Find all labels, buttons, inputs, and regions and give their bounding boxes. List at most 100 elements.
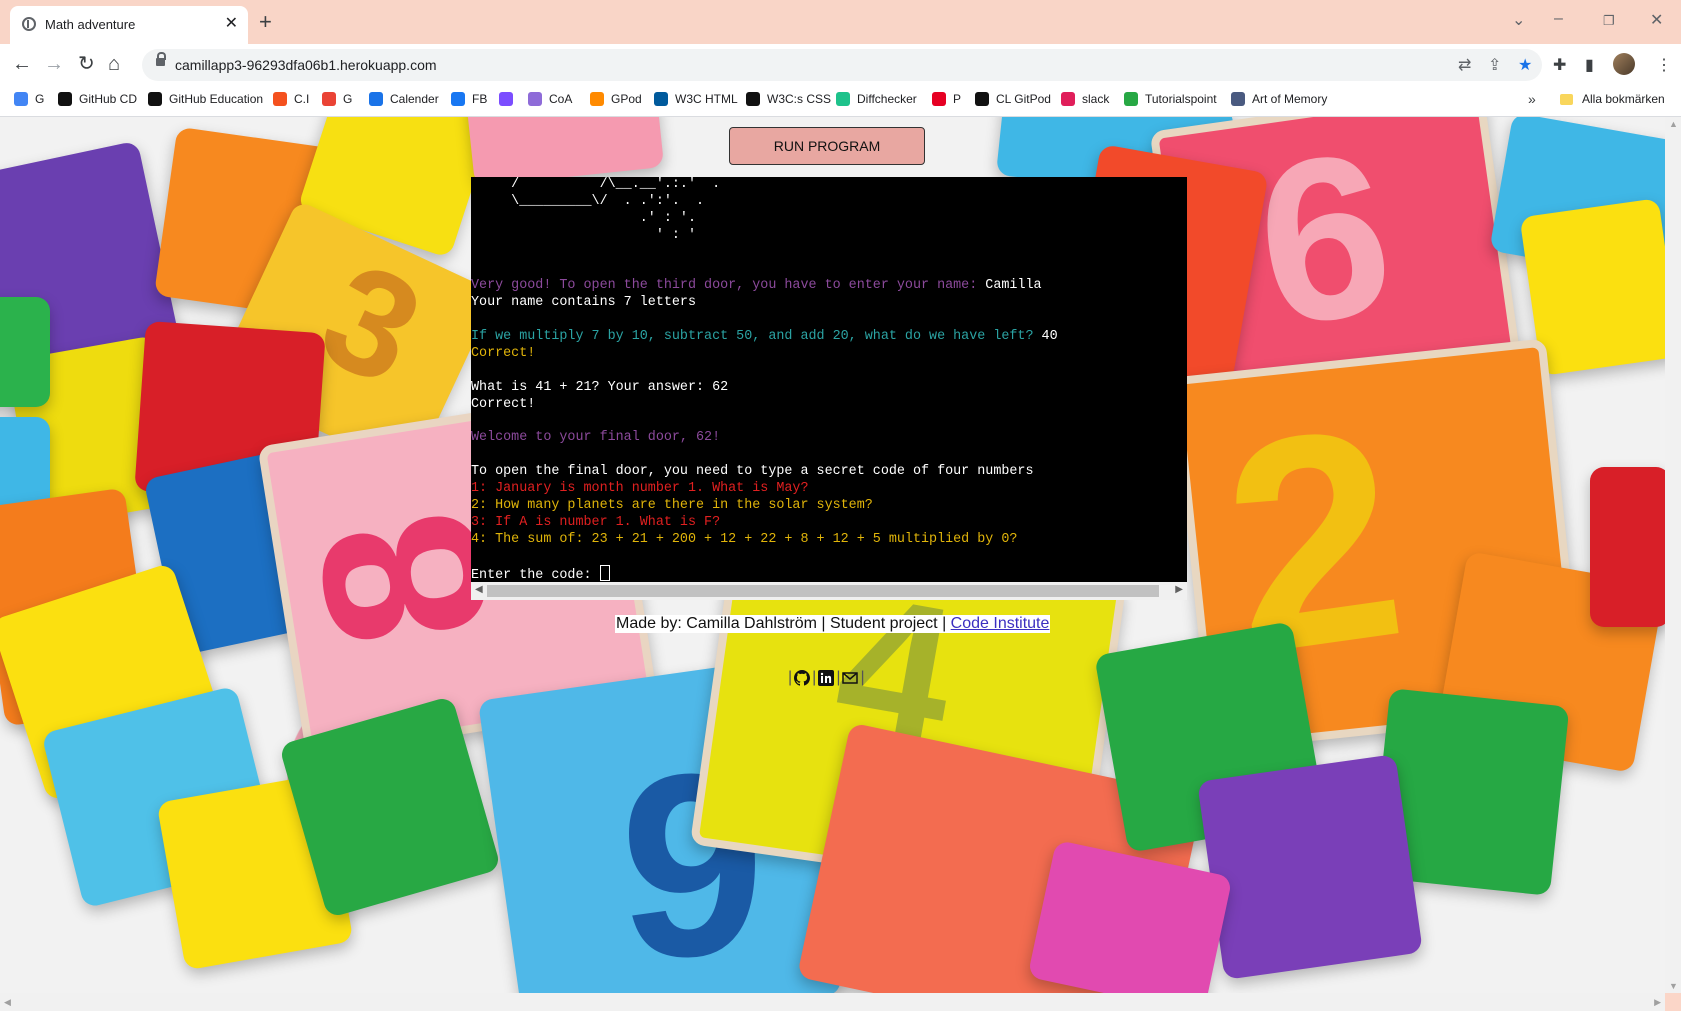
terminal-line: Your name contains 7 letters xyxy=(471,295,1187,312)
artofmemory-icon xyxy=(1231,92,1245,106)
page-vertical-scrollbar[interactable]: ▲ ▼ xyxy=(1665,117,1681,993)
more-bookmarks-button[interactable]: » xyxy=(1528,91,1536,107)
tutorialspoint-icon xyxy=(1124,92,1138,106)
terminal-text-segment: Very good! To open the third door, you h… xyxy=(471,278,986,294)
separator: | xyxy=(860,669,865,686)
terminal-text-segment: Correct! xyxy=(471,396,536,412)
cube-icon xyxy=(528,92,542,106)
chevron-down-icon[interactable]: ⌄ xyxy=(1512,10,1525,30)
terminal-cursor[interactable] xyxy=(599,565,610,582)
pinterest-icon xyxy=(932,92,946,106)
bookmark-item[interactable]: P xyxy=(932,92,961,106)
separator: | xyxy=(788,669,793,686)
bookmark-label: C.I xyxy=(294,92,310,106)
bookmark-label: Art of Memory xyxy=(1252,92,1328,106)
terminal-line: .' : '. xyxy=(471,211,1187,228)
bookmark-item[interactable]: GitHub Education xyxy=(148,92,263,106)
terminal-text-segment: \_________\/ . .':'. . xyxy=(471,193,705,209)
bookmark-item[interactable]: Calender xyxy=(369,92,439,106)
new-tab-button[interactable]: + xyxy=(259,9,272,35)
terminal-line: / /\__.__'.:.' . xyxy=(471,177,1187,194)
all-bookmarks-folder[interactable]: Alla bokmärken xyxy=(1560,92,1665,106)
scroll-down-icon[interactable]: ▼ xyxy=(1669,981,1678,991)
page-viewport: 3 8 9 4 9 2 RUN PROGRAM / /\__.__'.:.' .… xyxy=(0,117,1665,993)
scroll-right-icon[interactable]: ▶ xyxy=(1175,584,1183,595)
run-program-button[interactable]: RUN PROGRAM xyxy=(729,127,925,165)
github-icon[interactable] xyxy=(794,670,811,686)
diffchecker-icon xyxy=(836,92,850,106)
terminal-horizontal-scrollbar[interactable]: ◀ ▶ xyxy=(471,582,1187,600)
terminal-line: \_________\/ . .':'. . xyxy=(471,194,1187,211)
share-icon[interactable]: ⇪ xyxy=(1488,55,1501,75)
bookmark-item[interactable]: Art of Memory xyxy=(1231,92,1327,106)
translate-icon[interactable]: ⇄ xyxy=(1458,55,1471,75)
terminal-text-segment: What is 41 + 21? Your answer: 62 xyxy=(471,379,729,395)
bookmark-item[interactable]: Diffchecker xyxy=(836,92,917,106)
tab-close-icon[interactable]: ✕ xyxy=(225,13,238,33)
scrollbar-thumb[interactable] xyxy=(487,585,1159,597)
address-bar[interactable]: camillapp3-96293dfa06b1.herokuapp.com ⇄ … xyxy=(142,49,1542,81)
profile-avatar[interactable] xyxy=(1613,53,1635,75)
w3c-css-icon xyxy=(746,92,760,106)
close-window-icon[interactable]: ✕ xyxy=(1650,10,1663,30)
scroll-left-icon[interactable]: ◀ xyxy=(475,584,483,595)
bookmark-item[interactable]: G xyxy=(322,92,352,106)
separator: | xyxy=(836,669,841,686)
side-panel-icon[interactable]: ▮ xyxy=(1585,55,1594,75)
bookmark-item[interactable]: CL GitPod xyxy=(975,92,1051,106)
bookmarks-bar: G GitHub CD GitHub Education C.I G Calender FB… xyxy=(0,86,1681,117)
tab-strip: Math adventure ✕ + ⌄ – ❐ ✕ xyxy=(0,0,1681,44)
bookmark-item[interactable]: GPod xyxy=(590,92,642,106)
bookmark-star-icon[interactable]: ★ xyxy=(1518,55,1532,75)
menu-kebab-icon[interactable]: ⋮ xyxy=(1656,55,1672,75)
bookmark-item[interactable]: GitHub CD xyxy=(58,92,137,106)
bookmark-item[interactable] xyxy=(499,92,520,106)
bookmark-item[interactable]: W3C HTML xyxy=(654,92,738,106)
restore-icon[interactable]: ❐ xyxy=(1603,13,1615,29)
bookmark-label: Calender xyxy=(390,92,439,106)
bookmark-label: GitHub CD xyxy=(79,92,138,106)
forward-arrow-icon[interactable]: → xyxy=(44,52,64,76)
home-icon[interactable]: ⌂ xyxy=(108,52,120,76)
extensions-icon[interactable]: ✚ xyxy=(1553,55,1566,75)
ci-icon xyxy=(273,92,287,106)
bookmark-label: G xyxy=(343,92,353,106)
terminal-line: Correct! xyxy=(471,397,1187,414)
lock-icon[interactable] xyxy=(156,52,166,66)
linkedin-icon[interactable] xyxy=(818,670,835,686)
folder-icon xyxy=(1560,93,1573,105)
bookmark-label: G xyxy=(35,92,45,106)
facebook-icon xyxy=(451,92,465,106)
bookmark-item[interactable]: Tutorialspoint xyxy=(1124,92,1217,106)
envelope-icon[interactable] xyxy=(842,670,859,686)
bookmark-label: Tutorialspoint xyxy=(1145,92,1217,106)
terminal-text-segment: 3: If A is number 1. What is F? xyxy=(471,514,721,530)
bookmark-item[interactable]: CoA xyxy=(528,92,572,106)
browser-tab[interactable]: Math adventure ✕ xyxy=(10,6,248,44)
page-horizontal-scrollbar[interactable]: ◀ ▶ xyxy=(0,993,1665,1011)
scroll-up-icon[interactable]: ▲ xyxy=(1669,119,1678,129)
code-institute-link[interactable]: Code Institute xyxy=(951,615,1050,632)
bookmark-item[interactable]: FB xyxy=(451,92,487,106)
scroll-right-icon[interactable]: ▶ xyxy=(1654,997,1661,1008)
back-arrow-icon[interactable]: ← xyxy=(12,52,32,76)
bookmark-item[interactable]: W3C:s CSS xyxy=(746,92,831,106)
terminal[interactable]: / /\__.__'.:.' . \_________\/ . .':'. . … xyxy=(471,177,1187,600)
gitpod-icon xyxy=(590,92,604,106)
bookmark-label: W3C:s CSS xyxy=(767,92,832,106)
bookmark-item[interactable]: G xyxy=(14,92,44,106)
scroll-left-icon[interactable]: ◀ xyxy=(4,997,11,1008)
reload-icon[interactable]: ↻ xyxy=(78,52,95,76)
bookmark-item[interactable]: C.I xyxy=(273,92,309,106)
w3c-icon xyxy=(654,92,668,106)
terminal-text-segment: 4: The sum of: 23 + 21 + 200 + 12 + 22 +… xyxy=(471,531,1018,547)
terminal-output: / /\__.__'.:.' . \_________\/ . .':'. . … xyxy=(471,177,1187,583)
terminal-text-segment: .' : '. xyxy=(471,210,696,226)
url-text: camillapp3-96293dfa06b1.herokuapp.com xyxy=(175,57,437,73)
bookmark-item[interactable]: slack xyxy=(1061,92,1109,106)
minimize-icon[interactable]: – xyxy=(1554,10,1563,28)
footer-text: Made by: Camilla Dahlström | Student pro… xyxy=(616,615,951,632)
